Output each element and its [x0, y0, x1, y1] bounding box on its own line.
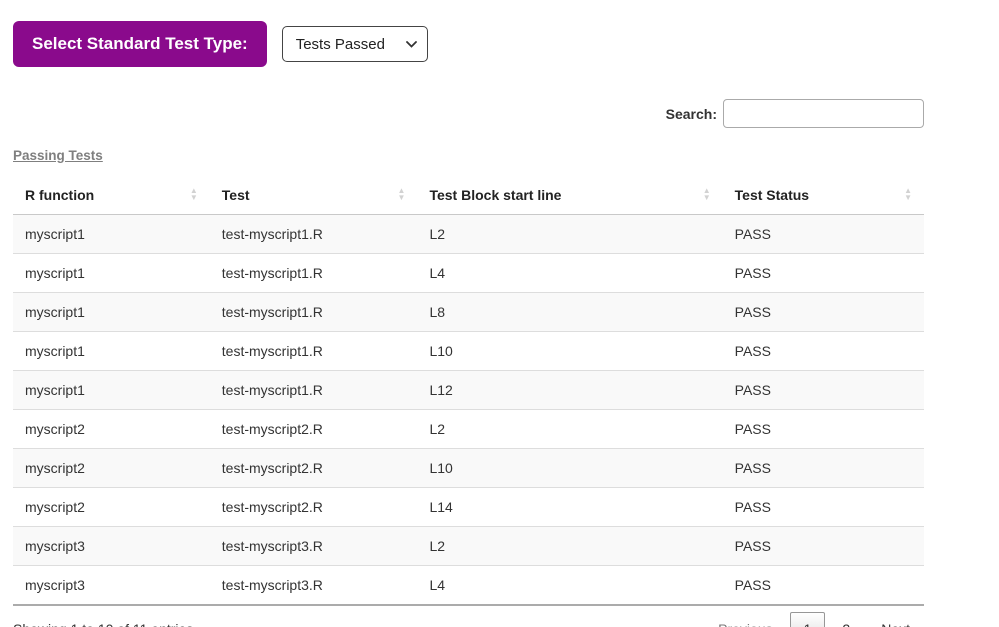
table-cell: test-myscript2.R: [210, 410, 418, 449]
table-cell: myscript3: [13, 527, 210, 566]
search-input[interactable]: [723, 99, 924, 128]
table-cell: test-myscript1.R: [210, 293, 418, 332]
table-cell: test-myscript2.R: [210, 449, 418, 488]
table-cell: test-myscript1.R: [210, 332, 418, 371]
table-cell: myscript3: [13, 566, 210, 606]
table-head: R function ▲▼ Test ▲▼ Test Block start line ▲…: [13, 176, 924, 215]
search-row: Search:: [13, 99, 924, 128]
column-label: Test Status: [735, 187, 809, 203]
table-cell: L8: [417, 293, 722, 332]
column-header-1[interactable]: Test ▲▼: [210, 176, 418, 215]
pagination-next-button[interactable]: Next: [867, 612, 924, 627]
search-label: Search:: [666, 106, 717, 122]
sort-arrows-icon: ▲▼: [398, 188, 406, 202]
table-cell: myscript2: [13, 449, 210, 488]
table-cell: myscript1: [13, 254, 210, 293]
table-cell: L10: [417, 449, 722, 488]
table-cell: test-myscript2.R: [210, 488, 418, 527]
column-label: R function: [25, 187, 94, 203]
header-bar: Select Standard Test Type: Tests Passed: [13, 21, 924, 67]
table-cell: PASS: [723, 488, 924, 527]
table-cell: myscript1: [13, 332, 210, 371]
table-cell: L4: [417, 566, 722, 606]
passing-tests-link[interactable]: Passing Tests: [13, 148, 103, 163]
sort-arrows-icon: ▲▼: [190, 188, 198, 202]
page-content: Select Standard Test Type: Tests Passed …: [13, 21, 924, 627]
table-cell: test-myscript1.R: [210, 215, 418, 254]
table-row: myscript3test-myscript3.RL2PASS: [13, 527, 924, 566]
table-body: myscript1test-myscript1.RL2PASSmyscript1…: [13, 215, 924, 606]
column-label: Test: [222, 187, 250, 203]
pagination-pages: 12: [787, 612, 865, 627]
table-cell: L2: [417, 410, 722, 449]
test-type-select-wrap: Tests Passed: [282, 26, 428, 62]
table-row: myscript3test-myscript3.RL4PASS: [13, 566, 924, 606]
table-cell: myscript1: [13, 215, 210, 254]
table-cell: L10: [417, 332, 722, 371]
table-cell: L14: [417, 488, 722, 527]
table-cell: L4: [417, 254, 722, 293]
select-test-type-label: Select Standard Test Type:: [13, 21, 267, 67]
table-cell: PASS: [723, 371, 924, 410]
column-header-0[interactable]: R function ▲▼: [13, 176, 210, 215]
table-header-row: R function ▲▼ Test ▲▼ Test Block start line ▲…: [13, 176, 924, 215]
table-cell: myscript1: [13, 293, 210, 332]
pagination-page-2[interactable]: 2: [828, 612, 864, 627]
table-row: myscript2test-myscript2.RL14PASS: [13, 488, 924, 527]
table-cell: PASS: [723, 449, 924, 488]
table-cell: PASS: [723, 293, 924, 332]
table-row: myscript2test-myscript2.RL10PASS: [13, 449, 924, 488]
entries-info: Showing 1 to 10 of 11 entries: [13, 621, 193, 627]
pagination-page-1[interactable]: 1: [790, 612, 826, 627]
pagination: Previous 12 Next: [701, 612, 924, 627]
table-cell: test-myscript3.R: [210, 566, 418, 606]
table-cell: PASS: [723, 410, 924, 449]
test-type-select[interactable]: Tests Passed: [282, 26, 428, 62]
table-row: myscript1test-myscript1.RL4PASS: [13, 254, 924, 293]
table-cell: myscript2: [13, 488, 210, 527]
table-row: myscript2test-myscript2.RL2PASS: [13, 410, 924, 449]
sort-arrows-icon: ▲▼: [904, 188, 912, 202]
table-row: myscript1test-myscript1.RL12PASS: [13, 371, 924, 410]
table-footer: Showing 1 to 10 of 11 entries Previous 1…: [13, 612, 924, 627]
table-cell: L2: [417, 527, 722, 566]
table-cell: test-myscript3.R: [210, 527, 418, 566]
sort-arrows-icon: ▲▼: [703, 188, 711, 202]
table-row: myscript1test-myscript1.RL10PASS: [13, 332, 924, 371]
passing-tests-table: R function ▲▼ Test ▲▼ Test Block start line ▲…: [13, 176, 924, 606]
table-cell: test-myscript1.R: [210, 371, 418, 410]
table-cell: myscript1: [13, 371, 210, 410]
column-header-3[interactable]: Test Status ▲▼: [723, 176, 924, 215]
column-label: Test Block start line: [429, 187, 561, 203]
table-row: myscript1test-myscript1.RL8PASS: [13, 293, 924, 332]
column-header-2[interactable]: Test Block start line ▲▼: [417, 176, 722, 215]
table-cell: PASS: [723, 254, 924, 293]
table-cell: L12: [417, 371, 722, 410]
table-cell: L2: [417, 215, 722, 254]
table-cell: myscript2: [13, 410, 210, 449]
table-cell: test-myscript1.R: [210, 254, 418, 293]
table-cell: PASS: [723, 527, 924, 566]
table-cell: PASS: [723, 332, 924, 371]
table-cell: PASS: [723, 215, 924, 254]
table-cell: PASS: [723, 566, 924, 606]
table-row: myscript1test-myscript1.RL2PASS: [13, 215, 924, 254]
pagination-previous-button[interactable]: Previous: [704, 612, 786, 627]
